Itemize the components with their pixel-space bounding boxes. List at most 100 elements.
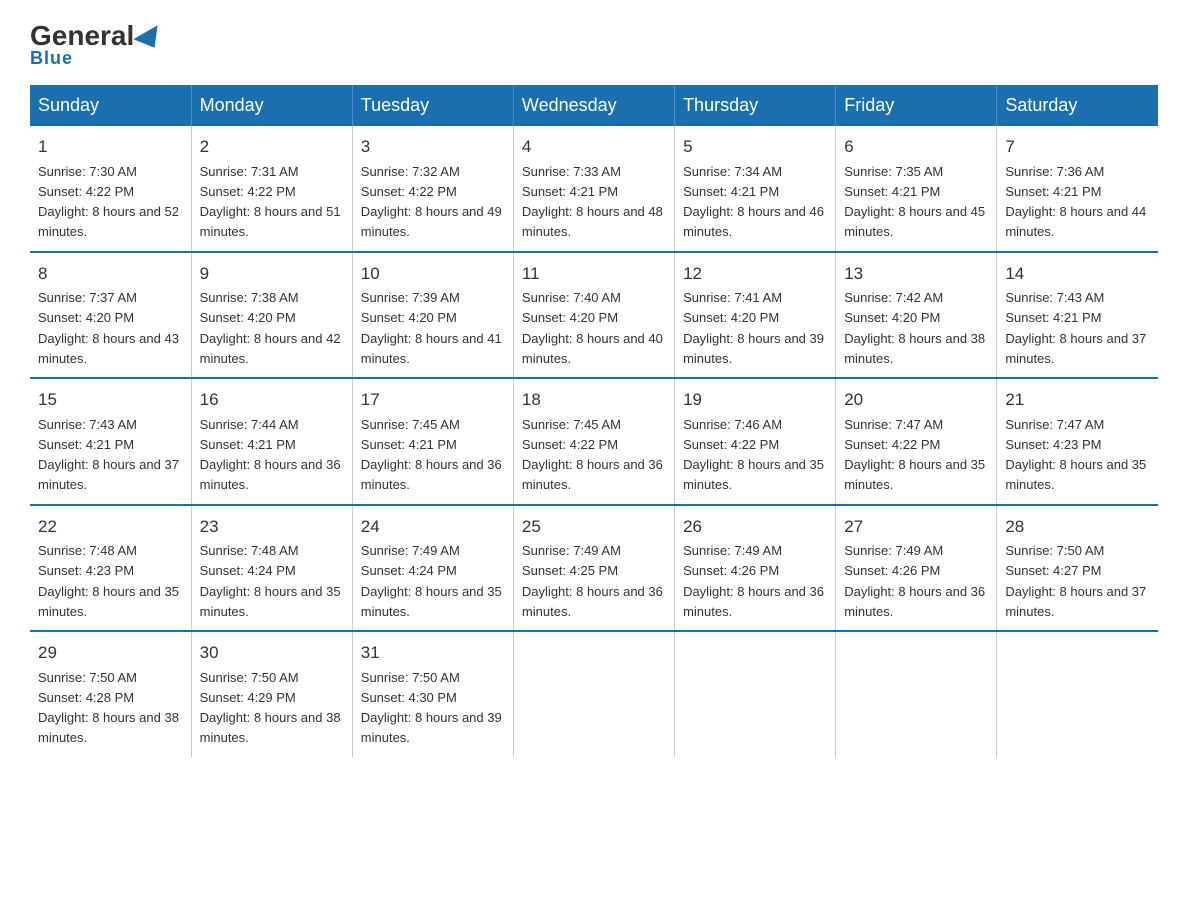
day-info: Sunrise: 7:49 AMSunset: 4:26 PMDaylight:…: [844, 543, 985, 619]
day-number: 29: [38, 640, 183, 666]
weekday-header-wednesday: Wednesday: [513, 85, 674, 126]
calendar-cell: 31 Sunrise: 7:50 AMSunset: 4:30 PMDayligh…: [352, 631, 513, 757]
weekday-header-friday: Friday: [836, 85, 997, 126]
calendar-cell: [513, 631, 674, 757]
week-row-4: 22Sunrise: 7:48 AMSunset: 4:23 PMDayligh…: [30, 505, 1158, 632]
calendar-table: SundayMondayTuesdayWednesdayThursdayFrid…: [30, 85, 1158, 757]
calendar-cell: 28Sunrise: 7:50 AMSunset: 4:27 PMDayligh…: [997, 505, 1158, 632]
calendar-cell: 27 Sunrise: 7:49 AMSunset: 4:26 PMDayligh…: [836, 505, 997, 632]
calendar-cell: 19Sunrise: 7:46 AMSunset: 4:22 PMDayligh…: [675, 378, 836, 505]
day-info: Sunrise: 7:35 AMSunset: 4:21 PMDaylight:…: [844, 164, 985, 240]
weekday-header-tuesday: Tuesday: [352, 85, 513, 126]
calendar-cell: 14 Sunrise: 7:43 AMSunset: 4:21 PMDayligh…: [997, 252, 1158, 379]
day-number: 4: [522, 134, 666, 160]
calendar-cell: 11 Sunrise: 7:40 AMSunset: 4:20 PMDayligh…: [513, 252, 674, 379]
calendar-cell: 30 Sunrise: 7:50 AMSunset: 4:29 PMDayligh…: [191, 631, 352, 757]
calendar-cell: 21 Sunrise: 7:47 AMSunset: 4:23 PMDayligh…: [997, 378, 1158, 505]
calendar-cell: 22Sunrise: 7:48 AMSunset: 4:23 PMDayligh…: [30, 505, 191, 632]
day-number: 8: [38, 261, 183, 287]
weekday-header-saturday: Saturday: [997, 85, 1158, 126]
day-info: Sunrise: 7:50 AMSunset: 4:29 PMDaylight:…: [200, 670, 341, 746]
day-number: 10: [361, 261, 505, 287]
weekday-header-thursday: Thursday: [675, 85, 836, 126]
day-info: Sunrise: 7:49 AMSunset: 4:24 PMDaylight:…: [361, 543, 502, 619]
calendar-cell: 17 Sunrise: 7:45 AMSunset: 4:21 PMDayligh…: [352, 378, 513, 505]
calendar-cell: 3 Sunrise: 7:32 AMSunset: 4:22 PMDaylight…: [352, 126, 513, 252]
day-number: 7: [1005, 134, 1150, 160]
day-info: Sunrise: 7:45 AMSunset: 4:21 PMDaylight:…: [361, 417, 502, 493]
day-info: Sunrise: 7:50 AMSunset: 4:27 PMDaylight:…: [1005, 543, 1146, 619]
day-info: Sunrise: 7:39 AMSunset: 4:20 PMDaylight:…: [361, 290, 502, 366]
day-info: Sunrise: 7:44 AMSunset: 4:21 PMDaylight:…: [200, 417, 341, 493]
day-info: Sunrise: 7:34 AMSunset: 4:21 PMDaylight:…: [683, 164, 824, 240]
calendar-cell: 2Sunrise: 7:31 AMSunset: 4:22 PMDaylight…: [191, 126, 352, 252]
day-info: Sunrise: 7:49 AMSunset: 4:25 PMDaylight:…: [522, 543, 663, 619]
calendar-cell: 16 Sunrise: 7:44 AMSunset: 4:21 PMDayligh…: [191, 378, 352, 505]
day-number: 11: [522, 261, 666, 287]
weekday-header-sunday: Sunday: [30, 85, 191, 126]
calendar-cell: 1 Sunrise: 7:30 AMSunset: 4:22 PMDaylight…: [30, 126, 191, 252]
calendar-cell: 5 Sunrise: 7:34 AMSunset: 4:21 PMDaylight…: [675, 126, 836, 252]
calendar-cell: 6 Sunrise: 7:35 AMSunset: 4:21 PMDaylight…: [836, 126, 997, 252]
calendar-cell: 8 Sunrise: 7:37 AMSunset: 4:20 PMDaylight…: [30, 252, 191, 379]
day-number: 9: [200, 261, 344, 287]
day-number: 21: [1005, 387, 1150, 413]
logo: General Blue: [30, 20, 166, 69]
calendar-cell: [836, 631, 997, 757]
calendar-cell: 24Sunrise: 7:49 AMSunset: 4:24 PMDayligh…: [352, 505, 513, 632]
day-info: Sunrise: 7:33 AMSunset: 4:21 PMDaylight:…: [522, 164, 663, 240]
day-info: Sunrise: 7:36 AMSunset: 4:21 PMDaylight:…: [1005, 164, 1146, 240]
day-number: 3: [361, 134, 505, 160]
day-info: Sunrise: 7:48 AMSunset: 4:24 PMDaylight:…: [200, 543, 341, 619]
day-info: Sunrise: 7:50 AMSunset: 4:28 PMDaylight:…: [38, 670, 179, 746]
calendar-cell: 4 Sunrise: 7:33 AMSunset: 4:21 PMDaylight…: [513, 126, 674, 252]
calendar-cell: 9 Sunrise: 7:38 AMSunset: 4:20 PMDaylight…: [191, 252, 352, 379]
day-number: 2: [200, 134, 344, 160]
day-info: Sunrise: 7:42 AMSunset: 4:20 PMDaylight:…: [844, 290, 985, 366]
day-number: 27: [844, 514, 988, 540]
logo-blue-text: Blue: [30, 48, 73, 69]
day-number: 30: [200, 640, 344, 666]
day-number: 25: [522, 514, 666, 540]
page-header: General Blue: [30, 20, 1158, 69]
logo-arrow-icon: [134, 25, 167, 55]
week-row-3: 15Sunrise: 7:43 AMSunset: 4:21 PMDayligh…: [30, 378, 1158, 505]
day-info: Sunrise: 7:43 AMSunset: 4:21 PMDaylight:…: [38, 417, 179, 493]
calendar-cell: 29 Sunrise: 7:50 AMSunset: 4:28 PMDayligh…: [30, 631, 191, 757]
day-info: Sunrise: 7:30 AMSunset: 4:22 PMDaylight:…: [38, 164, 179, 240]
day-info: Sunrise: 7:41 AMSunset: 4:20 PMDaylight:…: [683, 290, 824, 366]
day-number: 23: [200, 514, 344, 540]
day-number: 13: [844, 261, 988, 287]
day-number: 16: [200, 387, 344, 413]
day-number: 5: [683, 134, 827, 160]
calendar-cell: 20Sunrise: 7:47 AMSunset: 4:22 PMDayligh…: [836, 378, 997, 505]
calendar-cell: 12 Sunrise: 7:41 AMSunset: 4:20 PMDayligh…: [675, 252, 836, 379]
day-number: 14: [1005, 261, 1150, 287]
day-number: 18: [522, 387, 666, 413]
day-number: 22: [38, 514, 183, 540]
day-number: 17: [361, 387, 505, 413]
day-info: Sunrise: 7:50 AMSunset: 4:30 PMDaylight:…: [361, 670, 502, 746]
day-info: Sunrise: 7:32 AMSunset: 4:22 PMDaylight:…: [361, 164, 502, 240]
day-number: 1: [38, 134, 183, 160]
week-row-5: 29 Sunrise: 7:50 AMSunset: 4:28 PMDayligh…: [30, 631, 1158, 757]
calendar-cell: [675, 631, 836, 757]
day-number: 26: [683, 514, 827, 540]
day-info: Sunrise: 7:46 AMSunset: 4:22 PMDaylight:…: [683, 417, 824, 493]
calendar-cell: 26 Sunrise: 7:49 AMSunset: 4:26 PMDayligh…: [675, 505, 836, 632]
day-number: 6: [844, 134, 988, 160]
week-row-1: 1 Sunrise: 7:30 AMSunset: 4:22 PMDaylight…: [30, 126, 1158, 252]
day-info: Sunrise: 7:49 AMSunset: 4:26 PMDaylight:…: [683, 543, 824, 619]
day-info: Sunrise: 7:47 AMSunset: 4:23 PMDaylight:…: [1005, 417, 1146, 493]
calendar-cell: 7 Sunrise: 7:36 AMSunset: 4:21 PMDaylight…: [997, 126, 1158, 252]
day-info: Sunrise: 7:40 AMSunset: 4:20 PMDaylight:…: [522, 290, 663, 366]
day-number: 20: [844, 387, 988, 413]
day-info: Sunrise: 7:38 AMSunset: 4:20 PMDaylight:…: [200, 290, 341, 366]
calendar-cell: 13 Sunrise: 7:42 AMSunset: 4:20 PMDayligh…: [836, 252, 997, 379]
calendar-cell: 25 Sunrise: 7:49 AMSunset: 4:25 PMDayligh…: [513, 505, 674, 632]
day-number: 12: [683, 261, 827, 287]
day-info: Sunrise: 7:37 AMSunset: 4:20 PMDaylight:…: [38, 290, 179, 366]
day-number: 31: [361, 640, 505, 666]
day-info: Sunrise: 7:43 AMSunset: 4:21 PMDaylight:…: [1005, 290, 1146, 366]
week-row-2: 8 Sunrise: 7:37 AMSunset: 4:20 PMDaylight…: [30, 252, 1158, 379]
